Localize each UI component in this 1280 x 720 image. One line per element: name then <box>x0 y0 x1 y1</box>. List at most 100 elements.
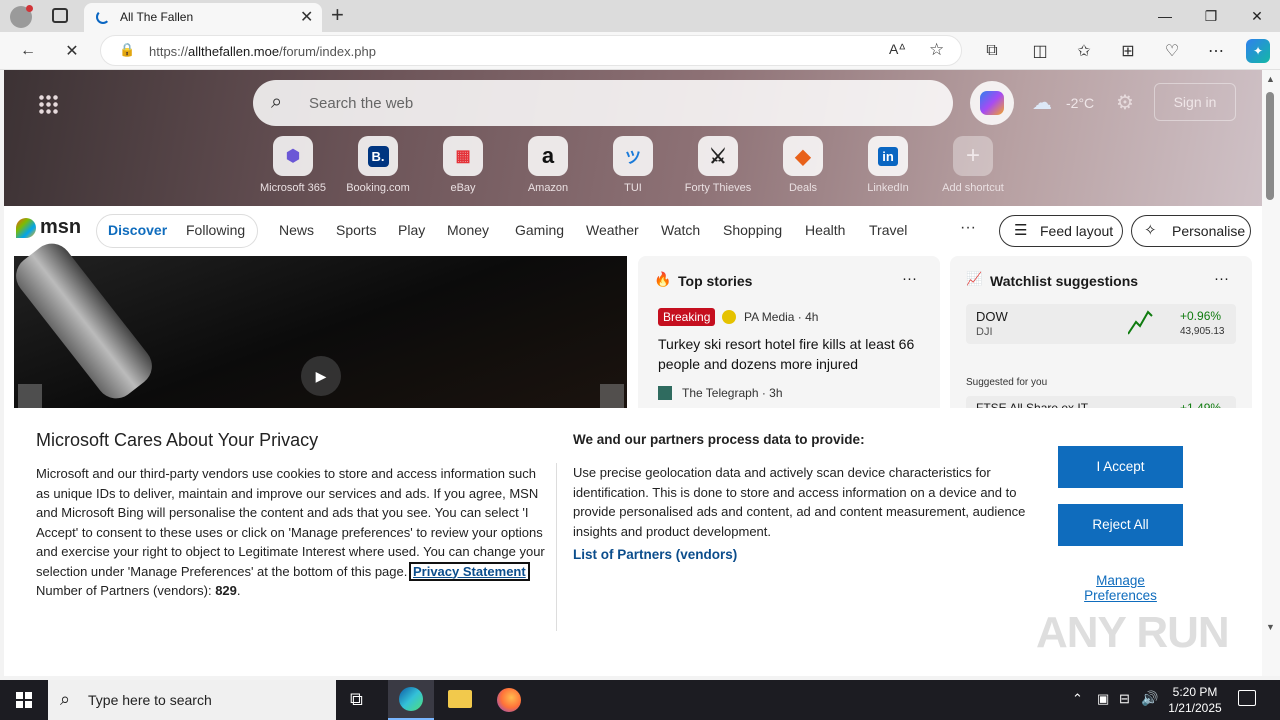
browser-essentials-icon[interactable]: ♡ <box>1160 39 1184 63</box>
nav-watch[interactable]: Watch <box>661 222 700 238</box>
shortcut-microsoft-365[interactable]: ⬢ Microsoft 365 <box>253 136 333 194</box>
shortcut-forty-thieves[interactable]: ⚔ Forty Thieves <box>678 136 758 194</box>
back-icon[interactable]: ← <box>16 39 40 63</box>
play-button[interactable]: ▶ <box>301 356 341 396</box>
taskbar-search-box[interactable]: ⌕ Type here to search <box>48 680 336 720</box>
tab-discover[interactable]: Discover <box>108 222 167 238</box>
sign-in-button[interactable]: Sign in <box>1154 83 1236 121</box>
nav-play[interactable]: Play <box>398 222 425 238</box>
shortcut-amazon[interactable]: a Amazon <box>508 136 588 194</box>
file-explorer-icon[interactable] <box>448 690 472 708</box>
stop-loading-icon[interactable]: ✕ <box>60 39 84 63</box>
booking-icon: B. <box>358 136 398 176</box>
search-icon: ⌕ <box>60 689 71 709</box>
search-placeholder: Search the web <box>309 95 414 112</box>
top-stories-card: 🔥 Top stories ··· Breaking PA Media · 4h… <box>638 256 940 416</box>
shortcut-deals[interactable]: ◆ Deals <box>763 136 843 194</box>
favorites-icon[interactable]: ✩ <box>1072 39 1096 63</box>
apps-launcher-icon[interactable] <box>38 94 58 114</box>
close-tab-icon[interactable]: ✕ <box>300 7 313 27</box>
collections-icon[interactable]: ⊞ <box>1116 39 1140 63</box>
sparkline <box>1128 310 1153 335</box>
nav-health[interactable]: Health <box>805 222 845 238</box>
settings-gear-icon[interactable]: ⚙ <box>1116 90 1134 115</box>
telegraph-icon <box>658 386 672 400</box>
nav-sports[interactable]: Sports <box>336 222 376 238</box>
url-text[interactable]: https://allthefallen.moe/forum/index.php <box>149 44 376 59</box>
copilot-icon[interactable]: ✦ <box>1246 39 1270 63</box>
more-options-icon[interactable]: ··· <box>1214 270 1229 287</box>
story-source-2[interactable]: The Telegraph · 3h <box>682 386 783 400</box>
shortcut-linkedin[interactable]: in LinkedIn <box>848 136 928 194</box>
feed-layout-button[interactable]: ☰ Feed layout <box>999 215 1123 247</box>
scroll-up-icon[interactable]: ▲ <box>1266 74 1275 84</box>
windows-taskbar: ⌕ Type here to search ⧉ ⌃ ▣ ⊟ 🔊 5:20 PM … <box>0 680 1280 720</box>
chevron-up-icon[interactable]: ⌃ <box>1072 691 1083 707</box>
pen-image <box>8 235 160 407</box>
split-screen-icon[interactable]: ◫ <box>1028 39 1052 63</box>
privacy-title: Microsoft Cares About Your Privacy <box>36 430 319 450</box>
extensions-icon[interactable]: ⧉ <box>980 39 1004 63</box>
shortcut-tui[interactable]: ツ TUI <box>593 136 673 194</box>
accept-button[interactable]: I Accept <box>1058 446 1183 488</box>
page-scrollbar[interactable]: ▲ ▼ <box>1262 70 1280 676</box>
privacy-statement-link[interactable]: Privacy Statement <box>408 561 530 581</box>
msn-logo[interactable]: msn <box>16 216 81 239</box>
lock-icon[interactable]: 🔒 <box>119 42 135 58</box>
close-window-button[interactable]: ✕ <box>1234 0 1280 32</box>
start-button[interactable] <box>0 680 48 720</box>
manage-preferences-link[interactable]: Manage Preferences <box>1058 573 1183 603</box>
personalise-button[interactable]: ✧ Personalise <box>1131 215 1251 247</box>
story-source-1[interactable]: PA Media · 4h <box>744 310 818 324</box>
taskbar-clock[interactable]: 5:20 PM 1/21/2025 <box>1160 684 1230 716</box>
nav-money[interactable]: Money <box>447 222 489 238</box>
network-icon[interactable]: ▣ <box>1097 691 1109 707</box>
deals-icon: ◆ <box>783 136 823 176</box>
reject-all-button[interactable]: Reject All <box>1058 504 1183 546</box>
address-bar[interactable]: 🔒 https://allthefallen.moe/forum/index.p… <box>100 35 962 66</box>
copilot-button[interactable] <box>970 81 1014 125</box>
nav-shopping[interactable]: Shopping <box>723 222 782 238</box>
new-tab-icon[interactable]: + <box>331 2 344 28</box>
favorite-star-icon[interactable]: ☆ <box>929 40 944 60</box>
nav-gaming[interactable]: Gaming <box>515 222 564 238</box>
notifications-icon[interactable] <box>1238 690 1256 706</box>
watchlist-title: Watchlist suggestions <box>990 273 1139 289</box>
volume-icon[interactable]: 🔊 <box>1141 690 1158 707</box>
nav-news[interactable]: News <box>279 222 314 238</box>
previous-arrow-icon[interactable] <box>18 384 42 408</box>
search-icon: ⌕ <box>271 91 283 113</box>
tab-title: All The Fallen <box>120 10 194 24</box>
web-search-box[interactable]: ⌕ Search the web <box>253 80 953 126</box>
scroll-thumb[interactable] <box>1266 92 1274 200</box>
more-menu-icon[interactable]: ⋯ <box>1204 39 1228 63</box>
active-tab[interactable]: All The Fallen ✕ <box>84 3 322 32</box>
divider <box>556 463 557 631</box>
firefox-icon[interactable] <box>497 688 521 712</box>
more-options-icon[interactable]: ··· <box>902 270 917 287</box>
task-view-icon[interactable]: ⧉ <box>350 689 363 710</box>
nav-travel[interactable]: Travel <box>869 222 907 238</box>
story-headline[interactable]: Turkey ski resort hotel fire kills at le… <box>658 334 918 374</box>
tab-actions-icon[interactable] <box>52 8 68 23</box>
next-arrow-icon[interactable] <box>600 384 624 408</box>
scroll-down-icon[interactable]: ▼ <box>1266 622 1275 632</box>
nav-more-icon[interactable]: ··· <box>960 219 976 237</box>
shortcut-booking[interactable]: B. Booking.com <box>338 136 418 194</box>
list-of-partners-link[interactable]: List of Partners (vendors) <box>573 547 737 562</box>
nav-weather[interactable]: Weather <box>586 222 639 238</box>
read-aloud-icon[interactable]: Aᐞ <box>889 41 906 58</box>
minimize-button[interactable]: — <box>1142 0 1188 32</box>
tab-following[interactable]: Following <box>186 222 245 238</box>
edge-taskbar-button[interactable] <box>388 680 434 720</box>
shortcut-add[interactable]: + Add shortcut <box>933 136 1013 194</box>
video-card[interactable]: ▶ <box>8 235 627 408</box>
weather-temp[interactable]: -2°C <box>1066 95 1094 111</box>
restore-button[interactable]: ❐ <box>1188 0 1234 32</box>
partners-label: Number of Partners (vendors): <box>36 583 212 598</box>
ethernet-icon[interactable]: ⊟ <box>1119 691 1130 707</box>
ticker-row-dow[interactable]: DOW DJI +0.96% 43,905.13 <box>966 304 1236 344</box>
chart-up-icon: 📈 <box>966 271 983 286</box>
msn-nav: msn Discover Following News Sports Play … <box>4 206 1262 256</box>
shortcut-ebay[interactable]: ▦ eBay <box>423 136 503 194</box>
